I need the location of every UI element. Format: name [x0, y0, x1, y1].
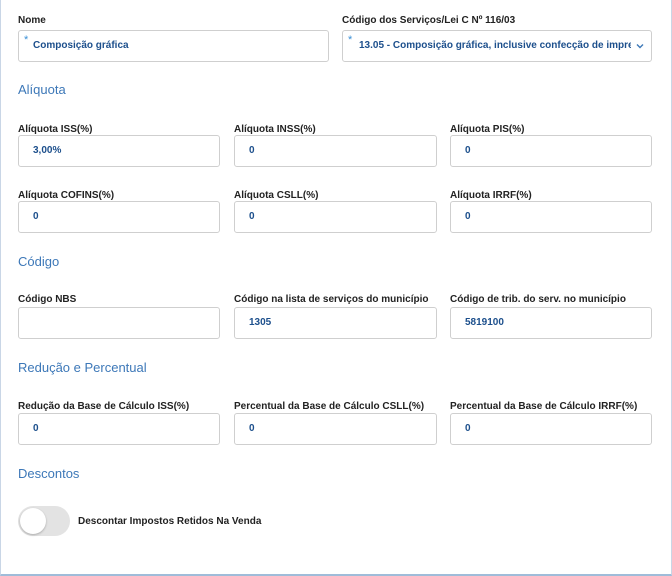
codigo-servicos-select[interactable]: * 13.05 - Composição gráfica, inclusive … [342, 30, 652, 62]
aliquota-irrf-input[interactable]: 0 [450, 201, 652, 233]
codigo-lista-input[interactable]: 1305 [234, 307, 437, 339]
reducao-iss-input[interactable]: 0 [18, 413, 220, 445]
section-aliquota-title: Alíquota [18, 82, 66, 97]
aliquota-csll-value: 0 [249, 211, 255, 222]
aliquota-irrf-value: 0 [465, 211, 471, 222]
codigo-lista-value: 1305 [249, 317, 272, 328]
percentual-irrf-label: Percentual da Base de Cálculo IRRF(%) [450, 401, 638, 412]
reducao-iss-value: 0 [33, 423, 39, 434]
percentual-irrf-value: 0 [465, 423, 471, 434]
codigo-lista-label: Código na lista de serviços do município [234, 294, 429, 305]
aliquota-inss-value: 0 [249, 145, 255, 156]
percentual-irrf-input[interactable]: 0 [450, 413, 652, 445]
reducao-iss-label: Redução da Base de Cálculo ISS(%) [18, 401, 190, 412]
codigo-trib-input[interactable]: 5819100 [450, 307, 652, 339]
required-marker: * [348, 34, 353, 46]
section-codigo-title: Código [18, 254, 60, 269]
aliquota-inss-label: Alíquota INSS(%) [234, 124, 316, 135]
nome-label: Nome [18, 15, 46, 26]
codigo-trib-label: Código de trib. do serv. no município [450, 294, 626, 305]
descontar-impostos-toggle[interactable] [18, 506, 70, 536]
codigo-nbs-input[interactable] [18, 307, 220, 339]
service-form: Nome * Composição gráfica Código dos Ser… [0, 0, 672, 576]
aliquota-csll-input[interactable]: 0 [234, 201, 437, 233]
codigo-trib-value: 5819100 [465, 317, 504, 328]
percentual-csll-input[interactable]: 0 [234, 413, 437, 445]
codigo-nbs-label: Código NBS [18, 294, 77, 305]
aliquota-inss-input[interactable]: 0 [234, 135, 437, 167]
percentual-csll-label: Percentual da Base de Cálculo CSLL(%) [234, 401, 425, 412]
aliquota-cofins-input[interactable]: 0 [18, 201, 220, 233]
aliquota-cofins-value: 0 [33, 211, 39, 222]
codigo-servicos-label: Código dos Serviços/Lei C Nº 116/03 [342, 15, 516, 26]
section-reducao-title: Redução e Percentual [18, 360, 147, 375]
nome-value: Composição gráfica [33, 40, 129, 51]
aliquota-irrf-label: Alíquota IRRF(%) [450, 190, 532, 201]
aliquota-iss-input[interactable]: 3,00% [18, 135, 220, 167]
aliquota-iss-label: Alíquota ISS(%) [18, 124, 93, 135]
descontar-impostos-label: Descontar Impostos Retidos Na Venda [78, 516, 262, 527]
codigo-servicos-value: 13.05 - Composição gráfica, inclusive co… [359, 40, 631, 51]
percentual-csll-value: 0 [249, 423, 255, 434]
section-descontos-title: Descontos [18, 466, 80, 481]
aliquota-pis-label: Alíquota PIS(%) [450, 124, 525, 135]
aliquota-iss-value: 3,00% [33, 145, 62, 156]
nome-input[interactable]: * Composição gráfica [18, 30, 329, 62]
chevron-down-icon[interactable] [635, 41, 645, 51]
aliquota-pis-value: 0 [465, 145, 471, 156]
aliquota-pis-input[interactable]: 0 [450, 135, 652, 167]
required-marker: * [24, 34, 29, 46]
toggle-knob [20, 508, 46, 534]
aliquota-csll-label: Alíquota CSLL(%) [234, 190, 319, 201]
aliquota-cofins-label: Alíquota COFINS(%) [18, 190, 115, 201]
